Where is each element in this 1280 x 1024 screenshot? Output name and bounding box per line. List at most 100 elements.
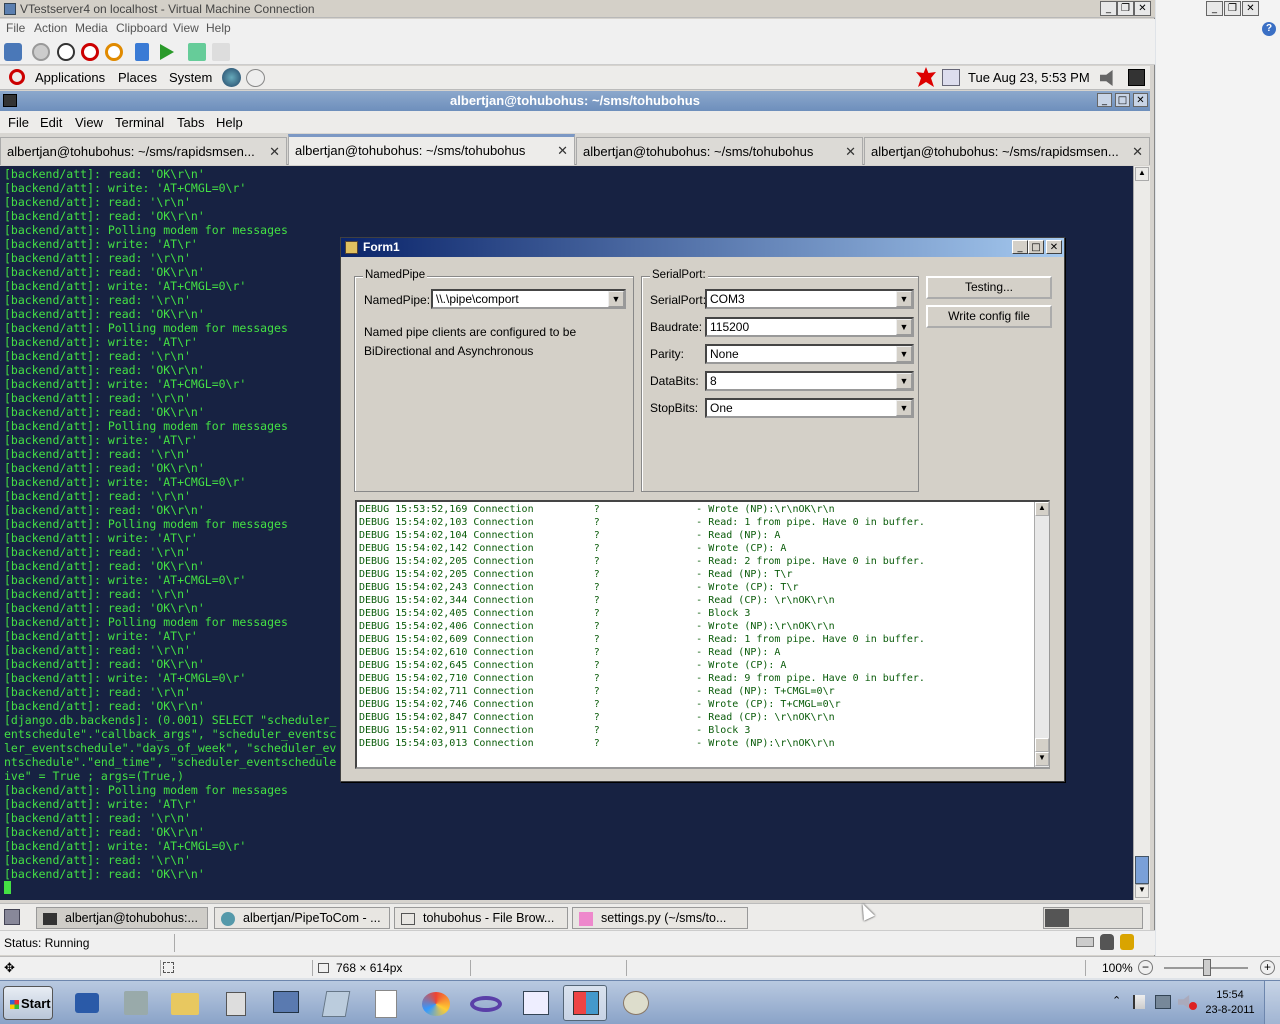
terminal-scrollbar[interactable]: ▲ ▼ xyxy=(1133,166,1150,900)
taskbar-hyperv-manager[interactable] xyxy=(263,985,307,1021)
debug-log[interactable]: DEBUG 15:53:52,169 Connection ? - Wrote … xyxy=(355,500,1050,769)
workspace-switcher[interactable] xyxy=(1043,907,1143,929)
start-button[interactable]: Start xyxy=(3,986,53,1020)
show-hidden-icons[interactable]: ⌃ xyxy=(1112,994,1121,1007)
scroll-thumb[interactable] xyxy=(1035,738,1049,752)
chevron-down-icon[interactable]: ▼ xyxy=(608,291,624,307)
taskbar-app-10[interactable] xyxy=(513,985,557,1021)
namedpipe-combo[interactable]: \\.\pipe\comport ▼ xyxy=(431,289,626,309)
scroll-down-icon[interactable]: ▼ xyxy=(1135,884,1149,898)
vm-menu-media[interactable]: Media xyxy=(75,21,108,35)
scroll-up-icon[interactable]: ▲ xyxy=(1035,502,1049,516)
chevron-down-icon[interactable]: ▼ xyxy=(896,346,912,362)
tray-clock-time[interactable]: 15:54 xyxy=(1204,989,1256,1001)
shutdown-icon[interactable] xyxy=(81,43,99,61)
network-icon[interactable] xyxy=(1155,995,1171,1009)
snapshot-icon[interactable] xyxy=(188,43,206,61)
taskbar-explorer[interactable] xyxy=(162,985,206,1021)
terminal-minimize-button[interactable]: _ xyxy=(1097,93,1112,107)
serialport-combo[interactable]: COM3 ▼ xyxy=(705,289,914,309)
vm-close-button[interactable]: ✕ xyxy=(1134,1,1151,16)
web-browser-icon[interactable] xyxy=(222,68,241,87)
close-tab-icon[interactable]: ✕ xyxy=(845,144,856,160)
save-icon[interactable] xyxy=(105,43,123,61)
zoom-in-icon[interactable]: + xyxy=(1260,960,1275,975)
chevron-down-icon[interactable]: ▼ xyxy=(896,373,912,389)
terminal-tab-active[interactable]: albertjan@tohubohus: ~/sms/tohubohus ✕ xyxy=(288,134,575,165)
vm-menu-clipboard[interactable]: Clipboard xyxy=(116,21,167,35)
terminal-launcher-icon[interactable] xyxy=(1128,69,1145,86)
network-icon[interactable] xyxy=(942,69,960,86)
scroll-down-icon[interactable]: ▼ xyxy=(1035,752,1049,766)
ctrl-alt-del-icon[interactable] xyxy=(4,43,22,61)
turn-off-icon[interactable] xyxy=(57,43,75,61)
resume-icon[interactable] xyxy=(160,44,174,60)
applications-menu[interactable]: Applications xyxy=(35,70,105,85)
terminal-menu-file[interactable]: File xyxy=(8,115,29,130)
vm-maximize-button[interactable]: ❐ xyxy=(1117,1,1134,16)
taskbar-visual-studio[interactable] xyxy=(463,985,507,1021)
form1-maximize-button[interactable]: □ xyxy=(1028,240,1044,254)
taskbar-app-7[interactable] xyxy=(363,985,407,1021)
mail-icon[interactable] xyxy=(246,69,265,87)
zoom-out-icon[interactable]: − xyxy=(1138,960,1153,975)
pause-icon[interactable] xyxy=(135,43,149,61)
show-desktop-button[interactable] xyxy=(1264,981,1280,1024)
update-alert-icon[interactable] xyxy=(916,67,936,87)
terminal-menu-edit[interactable]: Edit xyxy=(40,115,62,130)
form1-close-button[interactable]: ✕ xyxy=(1046,240,1062,254)
chevron-down-icon[interactable]: ▼ xyxy=(896,291,912,307)
taskbar-app-6[interactable] xyxy=(313,985,357,1021)
terminal-menu-view[interactable]: View xyxy=(75,115,103,130)
volume-icon[interactable] xyxy=(1100,70,1113,86)
taskbar-paint[interactable] xyxy=(613,985,657,1021)
chevron-down-icon[interactable]: ▼ xyxy=(896,400,912,416)
vm-minimize-button[interactable]: _ xyxy=(1100,1,1117,16)
write-config-button[interactable]: Write config file xyxy=(926,305,1052,328)
terminal-close-button[interactable]: ✕ xyxy=(1133,93,1148,107)
panel-clock[interactable]: Tue Aug 23, 5:53 PM xyxy=(968,70,1090,85)
start-icon[interactable] xyxy=(32,43,50,61)
move-icon[interactable]: ✥ xyxy=(4,960,15,976)
scroll-thumb[interactable] xyxy=(1135,856,1149,884)
parity-combo[interactable]: None ▼ xyxy=(705,344,914,364)
host-close-button[interactable]: ✕ xyxy=(1242,1,1259,16)
tray-clock-date[interactable]: 23-8-2011 xyxy=(1200,1004,1260,1016)
taskbar-item-files[interactable]: tohubohus - File Brow... xyxy=(394,907,568,929)
taskbar-item-browser[interactable]: albertjan/PipeToCom - ... xyxy=(214,907,390,929)
taskbar-powershell[interactable] xyxy=(64,985,108,1021)
action-center-flag-icon[interactable] xyxy=(1133,995,1145,1009)
terminal-menu-help[interactable]: Help xyxy=(216,115,243,130)
host-minimize-button[interactable]: _ xyxy=(1206,1,1223,16)
vm-menu-help[interactable]: Help xyxy=(206,21,231,35)
scroll-up-icon[interactable]: ▲ xyxy=(1135,167,1149,181)
terminal-tab[interactable]: albertjan@tohubohus: ~/sms/rapidsmsen...… xyxy=(864,137,1150,165)
vm-menu-file[interactable]: File xyxy=(6,21,25,35)
places-menu[interactable]: Places xyxy=(118,70,157,85)
taskbar-server-manager[interactable] xyxy=(113,985,157,1021)
workspace-1[interactable] xyxy=(1045,909,1069,927)
show-desktop-icon[interactable] xyxy=(4,909,20,925)
chevron-down-icon[interactable]: ▼ xyxy=(896,319,912,335)
terminal-tab[interactable]: albertjan@tohubohus: ~/sms/tohubohus ✕ xyxy=(576,137,863,165)
databits-combo[interactable]: 8 ▼ xyxy=(705,371,914,391)
taskbar-vmconnect-active[interactable] xyxy=(563,985,607,1021)
revert-icon[interactable] xyxy=(212,43,230,61)
terminal-menu-terminal[interactable]: Terminal xyxy=(115,115,164,130)
host-restore-button[interactable]: ❐ xyxy=(1224,1,1241,16)
stopbits-combo[interactable]: One ▼ xyxy=(705,398,914,418)
zoom-slider-thumb[interactable] xyxy=(1203,959,1211,976)
testing-button[interactable]: Testing... xyxy=(926,276,1052,299)
vm-menu-action[interactable]: Action xyxy=(34,21,67,35)
taskbar-app-4[interactable] xyxy=(213,985,257,1021)
form1-minimize-button[interactable]: _ xyxy=(1012,240,1028,254)
terminal-maximize-button[interactable]: □ xyxy=(1115,93,1130,107)
terminal-menu-tabs[interactable]: Tabs xyxy=(177,115,204,130)
close-tab-icon[interactable]: ✕ xyxy=(557,143,568,159)
close-tab-icon[interactable]: ✕ xyxy=(1132,144,1143,160)
terminal-tab[interactable]: albertjan@tohubohus: ~/sms/rapidsmsen...… xyxy=(0,137,287,165)
system-menu[interactable]: System xyxy=(169,70,212,85)
taskbar-item-editor[interactable]: settings.py (~/sms/to... xyxy=(572,907,748,929)
baudrate-combo[interactable]: 115200 ▼ xyxy=(705,317,914,337)
vm-menu-view[interactable]: View xyxy=(173,21,199,35)
